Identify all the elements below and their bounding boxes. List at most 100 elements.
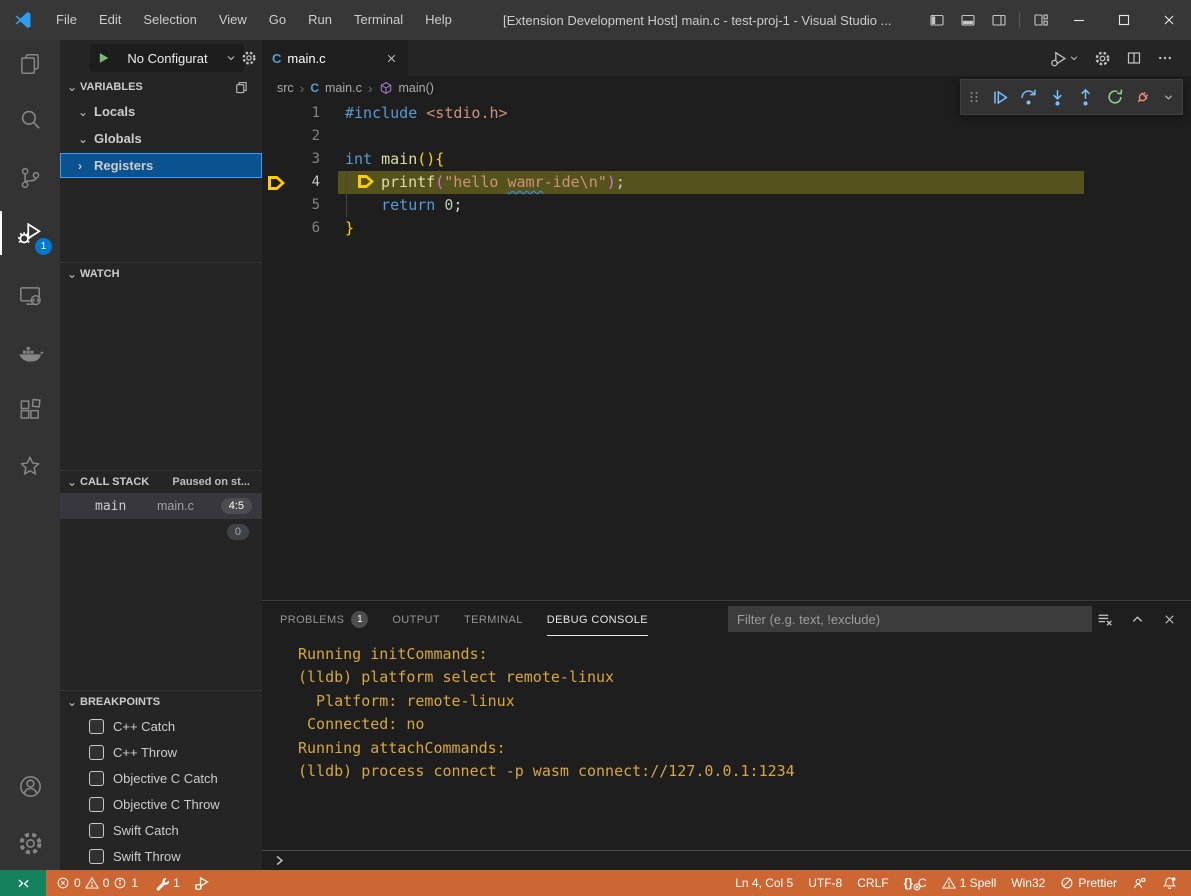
run-debug-icon[interactable]: 1 [0, 213, 60, 253]
call-stack-header[interactable]: ⌄ CALL STACK Paused on st... [60, 471, 262, 493]
tab-main-c[interactable]: C main.c [262, 40, 408, 76]
menu-terminal[interactable]: Terminal [343, 0, 414, 40]
gutter[interactable] [262, 125, 292, 148]
clear-console-icon[interactable] [1096, 611, 1113, 628]
breakpoints-header[interactable]: ⌄ BREAKPOINTS [60, 691, 262, 713]
settings-gear-icon[interactable] [0, 823, 60, 863]
language-mode[interactable]: {} C [904, 876, 927, 890]
checkbox[interactable] [89, 745, 104, 760]
menu-help[interactable]: Help [414, 0, 463, 40]
menu-go[interactable]: Go [258, 0, 297, 40]
variables-scope-globals[interactable]: ⌄ Globals [60, 125, 262, 152]
checkbox[interactable] [89, 823, 104, 838]
start-debugging-icon[interactable] [97, 51, 110, 65]
breakpoint-row[interactable]: Swift Throw [60, 843, 262, 869]
breadcrumb-file[interactable]: main.c [325, 81, 362, 95]
breakpoint-row[interactable]: C++ Throw [60, 739, 262, 765]
layout-sidebar-left-icon[interactable] [921, 0, 952, 40]
launch-configuration-dropdown[interactable]: No Configurat [90, 44, 244, 72]
run-or-debug-icon[interactable] [1050, 50, 1079, 67]
feedback-icon[interactable] [1132, 876, 1147, 891]
toolchain-status[interactable]: 1 [154, 876, 180, 891]
tab-terminal[interactable]: TERMINAL [464, 601, 523, 637]
gear-icon[interactable] [1094, 50, 1111, 67]
cursor-position[interactable]: Ln 4, Col 5 [735, 876, 793, 890]
menu-file[interactable]: File [45, 0, 88, 40]
chevron-down-icon[interactable] [1162, 85, 1175, 109]
split-editor-icon[interactable] [1126, 50, 1142, 66]
stack-frame-row[interactable]: main main.c 4:5 [60, 493, 262, 519]
problems-status[interactable]: 0 0 1 [56, 876, 138, 890]
breakpoint-row[interactable]: Swift Catch [60, 817, 262, 843]
search-icon[interactable] [0, 100, 60, 140]
minimize-icon[interactable] [1056, 0, 1101, 40]
customize-layout-icon[interactable] [1025, 0, 1056, 40]
debug-status[interactable] [194, 875, 210, 891]
gutter[interactable] [262, 194, 292, 217]
variables-scope-registers[interactable]: › Registers [60, 153, 262, 178]
extensions-icon[interactable] [0, 390, 60, 430]
gutter[interactable] [262, 171, 292, 194]
restart-icon[interactable] [1105, 85, 1125, 109]
breadcrumb-folder[interactable]: src [277, 81, 294, 95]
checkbox[interactable] [89, 771, 104, 786]
account-icon[interactable] [0, 766, 60, 806]
close-icon[interactable] [1146, 0, 1191, 40]
code-line[interactable]: 2 [262, 125, 1191, 148]
disconnect-icon[interactable] [1134, 85, 1154, 109]
breakpoint-row[interactable]: Objective C Throw [60, 791, 262, 817]
bell-icon[interactable] [1162, 876, 1177, 891]
menu-run[interactable]: Run [297, 0, 343, 40]
step-out-icon[interactable] [1076, 85, 1096, 109]
open-launch-json-gear-icon[interactable] [241, 50, 257, 66]
console-input[interactable] [262, 850, 1191, 870]
breakpoint-row[interactable]: C++ Catch [60, 713, 262, 739]
encoding-indicator[interactable]: UTF-8 [808, 876, 842, 890]
step-over-icon[interactable] [1018, 85, 1038, 109]
drag-grip-icon[interactable] [968, 85, 981, 109]
code-line[interactable]: 5 return 0; [262, 194, 1191, 217]
remote-explorer-icon[interactable] [0, 276, 60, 316]
tab-problems[interactable]: PROBLEMS 1 [280, 601, 368, 637]
eol-indicator[interactable]: CRLF [857, 876, 888, 890]
menu-selection[interactable]: Selection [132, 0, 207, 40]
copy-icon[interactable] [233, 80, 248, 95]
tab-output[interactable]: OUTPUT [392, 601, 440, 637]
ellipsis-icon[interactable] [1157, 50, 1173, 66]
breadcrumb-symbol[interactable]: main() [399, 81, 434, 95]
gutter[interactable] [262, 102, 292, 125]
gutter[interactable] [262, 148, 292, 171]
star-icon[interactable] [0, 446, 60, 486]
menu-view[interactable]: View [208, 0, 258, 40]
tab-debug-console[interactable]: DEBUG CONSOLE [547, 601, 648, 637]
formatter-status[interactable]: Prettier [1060, 876, 1117, 890]
variables-header[interactable]: ⌄ VARIABLES [60, 76, 262, 98]
layout-panel-icon[interactable] [952, 0, 983, 40]
close-tab-icon[interactable] [385, 52, 398, 65]
menu-edit[interactable]: Edit [88, 0, 132, 40]
gutter[interactable] [262, 217, 292, 240]
source-control-icon[interactable] [0, 158, 60, 198]
thread-row[interactable]: 0 [60, 519, 262, 545]
watch-header[interactable]: ⌄ WATCH [60, 263, 262, 285]
continue-icon[interactable] [990, 85, 1010, 109]
remote-icon[interactable] [0, 870, 46, 896]
code-line[interactable]: 3int main(){ [262, 148, 1191, 171]
maximize-panel-icon[interactable] [1130, 612, 1145, 627]
step-into-icon[interactable] [1047, 85, 1067, 109]
variables-scope-locals[interactable]: ⌄ Locals [60, 98, 262, 125]
explorer-icon[interactable] [0, 44, 60, 84]
checkbox[interactable] [89, 849, 104, 864]
checkbox[interactable] [89, 719, 104, 734]
code-line[interactable]: 6} [262, 217, 1191, 240]
close-panel-icon[interactable] [1162, 612, 1177, 627]
breakpoint-row[interactable]: Objective C Catch [60, 765, 262, 791]
spell-status[interactable]: 1 Spell [942, 876, 997, 890]
maximize-icon[interactable] [1101, 0, 1146, 40]
console-filter-input[interactable] [728, 606, 1092, 632]
checkbox[interactable] [89, 797, 104, 812]
code-line[interactable]: 4printf("hello wamr-ide\n"); [262, 171, 1191, 194]
layout-sidebar-right-icon[interactable] [983, 0, 1014, 40]
docker-icon[interactable] [0, 333, 60, 373]
platform-indicator[interactable]: Win32 [1011, 876, 1045, 890]
